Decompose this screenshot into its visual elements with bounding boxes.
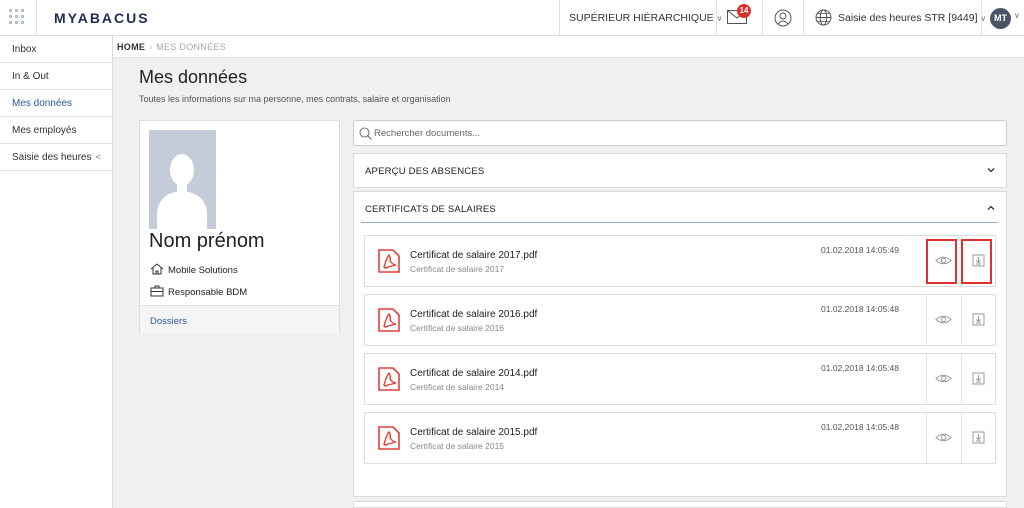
download-icon [972,313,985,326]
sidebar-item-in-out[interactable]: In & Out [0,63,113,90]
document-subtitle: Certificat de salaire 2017 [410,264,505,274]
divider [762,0,763,36]
sidebar-item-mes-employes[interactable]: Mes employés [0,117,113,144]
document-filename[interactable]: Certificat de salaire 2017.pdf [410,250,537,261]
sidebar-item-inbox[interactable]: Inbox [0,36,113,63]
home-icon [150,263,164,278]
sidebar-item-label: Mes employés [12,125,77,136]
time-entry-label: Saisie des heures STR [9449] [838,12,978,24]
sidebar: Inbox In & Out Mes données Mes employés … [0,36,113,508]
dossiers-link[interactable]: Dossiers [150,316,187,327]
absences-panel-header[interactable]: APERÇU DES ABSENCES [353,153,1007,188]
company-label: Mobile Solutions [168,265,238,277]
sidebar-item-label: Saisie des heures [12,152,92,163]
view-button[interactable] [926,413,960,463]
download-icon [972,431,985,444]
download-button[interactable] [961,413,995,463]
breadcrumb-home[interactable]: HOME [117,42,145,52]
user-icon[interactable] [774,9,792,27]
sidebar-item-mes-donnees[interactable]: Mes données [0,90,113,117]
superior-label: SUPÉRIEUR HIÉRARCHIQUE [569,12,714,24]
divider [981,0,982,36]
download-icon [972,372,985,385]
avatar[interactable]: MT [990,8,1011,29]
document-filename[interactable]: Certificat de salaire 2015.pdf [410,427,537,438]
view-button[interactable] [926,295,960,345]
sidebar-item-label: In & Out [12,71,49,82]
time-entry-dropdown[interactable]: Saisie des heures STR [9449] ∨ [838,12,986,24]
document-date: 01.02.2018 14:05:48 [821,422,899,432]
pdf-icon [378,249,400,273]
chevron-down-icon [987,168,995,173]
search-box [353,120,1007,146]
download-button[interactable] [961,295,995,345]
sidebar-item-label: Mes données [12,98,73,109]
document-row[interactable]: Certificat de salaire 2017.pdf Certifica… [364,235,996,287]
superior-dropdown[interactable]: SUPÉRIEUR HIÉRARCHIQUE ∨ [569,12,722,24]
document-row[interactable]: Certificat de salaire 2016.pdf Certifica… [364,294,996,346]
chevron-down-icon[interactable]: ∨ [1014,11,1020,20]
breadcrumb-separator: › [149,42,153,52]
profile-name: Nom prénom [149,230,265,252]
document-row[interactable]: Certificat de salaire 2014.pdf Certifica… [364,353,996,405]
document-subtitle: Certificat de salaire 2016 [410,323,505,333]
view-highlight-box [926,239,957,284]
profile-photo [149,130,216,229]
page-subtitle: Toutes les informations sur ma personne,… [139,94,451,104]
pdf-icon [378,308,400,332]
profile-footer: Dossiers [140,305,339,334]
globe-icon [815,9,832,26]
divider [36,0,37,36]
profile-company: Mobile Solutions [150,263,238,278]
document-row[interactable]: Certificat de salaire 2015.pdf Certifica… [364,412,996,464]
chevron-left-icon: < [95,152,101,162]
pdf-icon [378,426,400,450]
breadcrumb-current: MES DONNÉES [156,42,227,52]
document-filename[interactable]: Certificat de salaire 2016.pdf [410,309,537,320]
briefcase-icon [150,285,164,300]
chevron-down-icon: ∨ [716,14,723,23]
eye-icon [935,374,952,383]
certificates-panel-title: CERTIFICATS DE SALAIRES [365,204,496,215]
document-date: 01.02.2018 14:05:48 [821,304,899,314]
document-date: 01.02.2018 14:05:49 [821,245,899,255]
view-button[interactable] [926,354,960,404]
person-silhouette-icon [157,154,207,229]
certificates-panel-header[interactable]: CERTIFICATS DE SALAIRES [353,191,1007,226]
sidebar-item-saisie-des-heures[interactable]: Saisie des heures < [0,144,113,171]
eye-icon [935,433,952,442]
page-title: Mes données [139,67,248,87]
breadcrumb: HOME › MES DONNÉES [113,36,1024,58]
top-bar: MYABACUS SUPÉRIEUR HIÉRARCHIQUE ∨ 14 Sai… [0,0,1024,36]
next-panel-edge [353,501,1007,508]
absences-panel-title: APERÇU DES ABSENCES [365,166,485,177]
sidebar-item-label: Inbox [12,44,37,55]
document-date: 01.02.2018 14:05:48 [821,363,899,373]
divider [361,222,998,223]
download-highlight-box [961,239,992,284]
mail-badge: 14 [737,4,751,18]
divider [803,0,804,36]
search-input[interactable] [374,125,974,141]
eye-icon [935,315,952,324]
brand-logo[interactable]: MYABACUS [54,10,150,26]
search-icon [359,127,372,140]
document-subtitle: Certificat de salaire 2014 [410,382,505,392]
app-grid-icon[interactable] [9,9,27,27]
role-label: Responsable BDM [168,287,248,299]
chevron-up-icon [987,205,995,210]
pdf-icon [378,367,400,391]
profile-card: Nom prénom Mobile Solutions Responsable … [139,120,340,334]
download-button[interactable] [961,354,995,404]
divider [716,0,717,36]
profile-role: Responsable BDM [150,285,247,300]
divider [559,0,560,36]
document-subtitle: Certificat de salaire 2015 [410,441,505,451]
document-filename[interactable]: Certificat de salaire 2014.pdf [410,368,537,379]
